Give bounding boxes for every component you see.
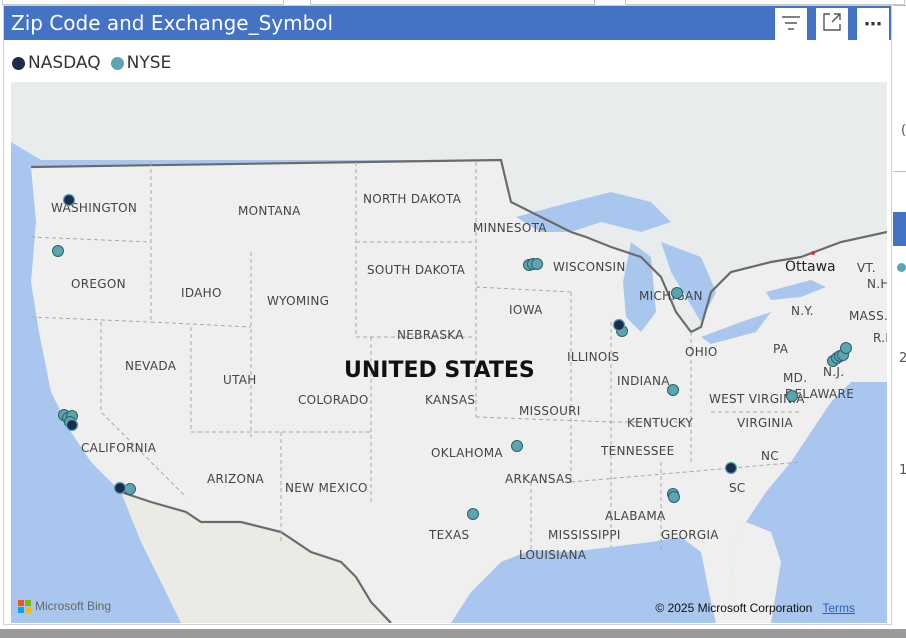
region-label: N.Y.	[791, 304, 814, 318]
bing-attribution: Microsoft Bing	[18, 599, 111, 613]
axis-fragment: (	[901, 123, 906, 138]
city-label: Ottawa	[785, 259, 836, 275]
region-label: OHIO	[685, 345, 718, 359]
nyse-point[interactable]	[511, 440, 523, 452]
region-label: MINNESOTA	[473, 221, 547, 235]
nyse-point[interactable]	[467, 508, 479, 520]
nyse-point[interactable]	[840, 342, 852, 354]
region-label: UTAH	[223, 373, 257, 387]
region-label: R.I.	[873, 331, 887, 345]
nasdaq-point[interactable]	[62, 193, 76, 207]
terms-link[interactable]: Terms	[822, 601, 855, 615]
region-label: NEVADA	[125, 359, 177, 373]
visual-title-bar: Zip Code and Exchange_Symbol ⋯	[4, 6, 891, 40]
region-label: N.H.	[867, 277, 887, 291]
nasdaq-point[interactable]	[113, 481, 127, 495]
more-options-button[interactable]: ⋯	[857, 8, 889, 40]
region-label: MISSISSIPPI	[548, 528, 621, 542]
region-label: NORTH DAKOTA	[363, 192, 462, 206]
region-label: TENNESSEE	[600, 444, 675, 458]
legend-item-nasdaq[interactable]: NASDAQ	[12, 53, 101, 73]
adjacent-visual-right: ( 2 1	[893, 5, 906, 625]
region-label: KENTUCKY	[627, 416, 693, 430]
map-canvas[interactable]: WASHINGTON MONTANA NORTH DAKOTA MINNESOT…	[11, 82, 887, 623]
region-label: NEW MEXICO	[285, 481, 368, 495]
legend: NASDAQ NYSE	[12, 52, 181, 74]
legend-marker-fragment	[897, 263, 906, 272]
region-label: MISSOURI	[519, 404, 581, 418]
region-label: MONTANA	[238, 204, 301, 218]
adjacent-title-bar	[893, 212, 906, 246]
axis-fragment: 2	[899, 351, 906, 366]
filter-button[interactable]	[775, 8, 807, 40]
more-options-icon: ⋯	[864, 13, 882, 35]
expand-icon	[822, 12, 842, 36]
nasdaq-point[interactable]	[612, 318, 626, 332]
region-label: ALABAMA	[605, 509, 666, 523]
region-label: SC	[729, 481, 746, 495]
nyse-point[interactable]	[786, 390, 798, 402]
region-label: OREGON	[71, 277, 126, 291]
region-label: KANSAS	[425, 393, 475, 407]
region-label: GEORGIA	[661, 528, 719, 542]
map-visual[interactable]: Zip Code and Exchange_Symbol ⋯ NASDAQ NY…	[3, 5, 892, 625]
bing-label: Microsoft Bing	[35, 599, 112, 613]
region-label: IOWA	[509, 303, 543, 317]
visual-title: Zip Code and Exchange_Symbol	[11, 11, 334, 35]
region-label: COLORADO	[298, 393, 369, 407]
nasdaq-point[interactable]	[724, 461, 738, 475]
legend-marker-nasdaq	[12, 56, 25, 70]
legend-item-nyse[interactable]: NYSE	[110, 53, 172, 73]
region-label: ARKANSAS	[505, 472, 572, 486]
map-svg: WASHINGTON MONTANA NORTH DAKOTA MINNESOT…	[11, 82, 887, 623]
region-label: SOUTH DAKOTA	[367, 263, 466, 277]
region-label: WYOMING	[267, 294, 329, 308]
divider	[893, 171, 906, 172]
country-label: UNITED STATES	[344, 358, 535, 383]
nyse-point[interactable]	[52, 245, 64, 257]
region-label: N.J.	[823, 365, 844, 379]
nasdaq-point[interactable]	[65, 418, 79, 432]
region-label: LOUISIANA	[519, 548, 587, 562]
region-label: INDIANA	[617, 374, 670, 388]
nyse-point[interactable]	[668, 491, 680, 503]
map-copyright: © 2025 Microsoft Corporation Terms	[655, 601, 855, 615]
region-label: VIRGINIA	[737, 416, 794, 430]
divider	[893, 5, 906, 6]
region-label: VT.	[857, 261, 876, 275]
legend-label-nasdaq: NASDAQ	[28, 53, 101, 73]
region-label: TEXAS	[428, 528, 469, 542]
capital-marker	[811, 251, 815, 255]
region-label: NC	[761, 449, 779, 463]
nyse-point[interactable]	[124, 483, 136, 495]
region-label: CALIFORNIA	[81, 441, 157, 455]
legend-label-nyse: NYSE	[126, 53, 172, 73]
nyse-point[interactable]	[671, 287, 683, 299]
region-label: NEBRASKA	[397, 328, 464, 342]
filter-icon	[781, 15, 801, 34]
region-label: MICHIGAN	[639, 289, 703, 303]
report-scrollbar-strip[interactable]	[0, 629, 906, 638]
axis-fragment: 1	[899, 463, 906, 478]
nyse-point[interactable]	[667, 384, 679, 396]
region-label: ILLINOIS	[567, 350, 619, 364]
region-label: IDAHO	[181, 286, 222, 300]
region-label: WISCONSIN	[553, 260, 626, 274]
copyright-text: © 2025 Microsoft Corporation	[655, 601, 813, 615]
microsoft-logo-icon	[18, 599, 31, 613]
region-label: OKLAHOMA	[431, 446, 503, 460]
region-label: PA	[773, 342, 789, 356]
region-label: ARIZONA	[207, 472, 265, 486]
nyse-point[interactable]	[531, 258, 543, 270]
legend-marker-nyse	[110, 56, 124, 70]
focus-mode-button[interactable]	[816, 8, 848, 40]
region-label: MD.	[783, 371, 807, 385]
region-label: MASS.	[849, 309, 887, 323]
